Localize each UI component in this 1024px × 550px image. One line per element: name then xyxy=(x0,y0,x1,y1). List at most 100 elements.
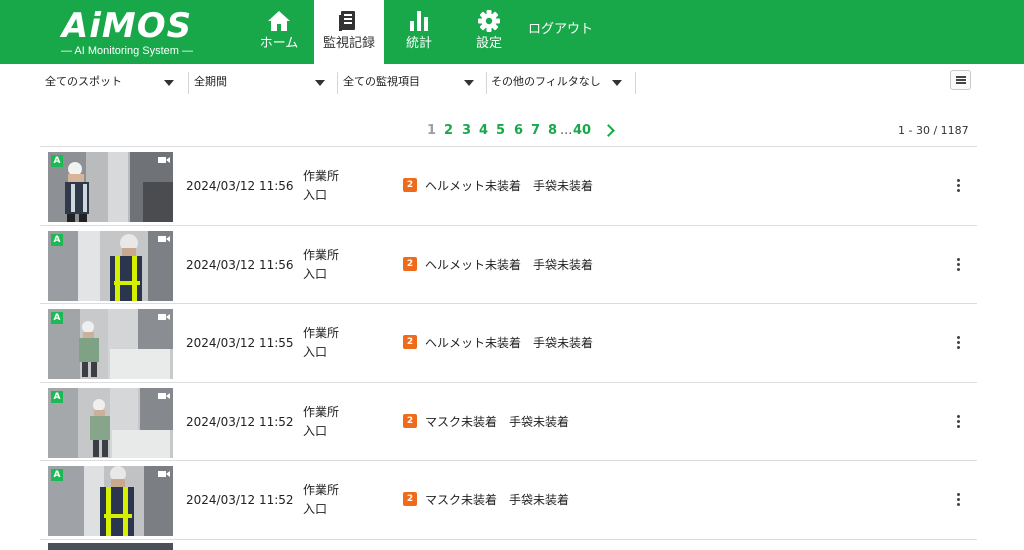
divider xyxy=(188,72,189,94)
camera-snapshot-image xyxy=(48,466,173,536)
nav-records[interactable]: 監視記録 xyxy=(314,0,384,64)
page-3[interactable]: 3 xyxy=(462,122,471,140)
filter-other-select[interactable]: その他のフィルタなし xyxy=(491,70,628,94)
list-item[interactable]: A 2024/03/12 11:52 作業所 入口 2 マスク未装着 手袋未装着 xyxy=(40,382,977,461)
camera-snapshot-image xyxy=(48,231,173,301)
violation-list: マスク未装着 手袋未装着 xyxy=(425,414,569,430)
video-camera-icon xyxy=(158,236,170,242)
list-menu-button[interactable] xyxy=(950,70,971,90)
record-timestamp: 2024/03/12 11:56 xyxy=(186,179,294,193)
camera-thumbnail[interactable]: A xyxy=(48,152,173,222)
camera-thumbnail[interactable]: A xyxy=(48,309,173,379)
camera-thumbnail[interactable]: A xyxy=(48,388,173,458)
nav-records-label: 監視記録 xyxy=(322,36,375,51)
video-camera-icon xyxy=(158,393,170,399)
nav-settings-label: 設定 xyxy=(475,36,502,51)
chart-icon xyxy=(410,11,428,31)
record-location: 作業所 入口 xyxy=(303,324,339,362)
logout-link[interactable]: ログアウト xyxy=(528,22,593,38)
more-options-icon[interactable] xyxy=(954,336,962,350)
more-options-icon[interactable] xyxy=(954,258,962,272)
record-timestamp: 2024/03/12 11:56 xyxy=(186,258,294,272)
violation-label: 手袋未装着 xyxy=(533,258,594,272)
violation-label: マスク未装着 xyxy=(425,415,498,429)
violation-list: ヘルメット未装着 手袋未装着 xyxy=(425,335,593,351)
record-place: 作業所 xyxy=(303,169,340,183)
camera-badge: A xyxy=(51,234,63,246)
page-6[interactable]: 6 xyxy=(514,122,523,140)
chevron-down-icon xyxy=(164,80,174,86)
camera-snapshot-image xyxy=(48,309,173,379)
violation-label: ヘルメット未装着 xyxy=(425,258,522,272)
violation-list: ヘルメット未装着 手袋未装着 xyxy=(425,257,593,273)
more-options-icon[interactable] xyxy=(954,493,962,507)
nav-settings[interactable]: 設定 xyxy=(454,0,524,64)
record-location: 作業所 入口 xyxy=(303,167,339,205)
violation-label: 手袋未装着 xyxy=(533,336,594,350)
record-icon xyxy=(339,11,355,31)
filter-item-select[interactable]: 全ての監視項目 xyxy=(343,70,480,94)
more-options-icon[interactable] xyxy=(954,415,962,429)
app-logo[interactable]: AiMOS — AI Monitoring System — xyxy=(52,7,202,59)
record-spot: 入口 xyxy=(303,502,328,516)
filter-period-select[interactable]: 全期間 xyxy=(194,70,331,94)
gear-icon xyxy=(478,10,500,32)
record-range: 1 - 30 / 1187 xyxy=(898,124,969,137)
video-camera-icon xyxy=(158,314,170,320)
logo-text: AiMOS xyxy=(61,6,193,46)
camera-badge: A xyxy=(51,391,63,403)
violation-label: 手袋未装着 xyxy=(509,415,570,429)
violation-count-badge: 2 xyxy=(403,257,417,271)
violation-count-badge: 2 xyxy=(403,178,417,192)
list-item[interactable]: A 2024/03/12 11:52 作業所 入口 2 マスク未装着 手袋未装着 xyxy=(40,460,977,539)
divider xyxy=(486,72,487,94)
record-spot: 入口 xyxy=(303,267,328,281)
list-item[interactable]: A 2024/03/12 11:56 作業所 入口 2 ヘルメット未装着 手袋未装… xyxy=(40,146,977,225)
violation-label: マスク未装着 xyxy=(425,493,498,507)
nav-home[interactable]: ホーム xyxy=(244,0,314,64)
filter-spot-value: 全てのスポット xyxy=(45,75,122,88)
violation-label: ヘルメット未装着 xyxy=(425,336,522,350)
page-ellipsis: ... xyxy=(560,123,573,138)
camera-snapshot-image xyxy=(48,152,173,222)
camera-thumbnail[interactable] xyxy=(48,543,173,550)
list-item[interactable] xyxy=(40,539,977,550)
record-location: 作業所 入口 xyxy=(303,481,339,519)
page-7[interactable]: 7 xyxy=(531,122,540,140)
record-place: 作業所 xyxy=(303,248,340,262)
nav-home-label: ホーム xyxy=(259,36,299,51)
page-5[interactable]: 5 xyxy=(496,122,505,140)
hamburger-icon-line xyxy=(956,82,966,84)
record-spot: 入口 xyxy=(303,424,328,438)
nav-stats[interactable]: 統計 xyxy=(384,0,454,64)
camera-snapshot-image xyxy=(48,388,173,458)
filter-item-value: 全ての監視項目 xyxy=(343,75,420,88)
page-1: 1 xyxy=(427,123,437,138)
record-timestamp: 2024/03/12 11:55 xyxy=(186,336,294,350)
list-item[interactable]: A 2024/03/12 11:55 作業所 入口 2 ヘルメット未装着 手袋未装… xyxy=(40,303,977,382)
record-place: 作業所 xyxy=(303,405,340,419)
list-item[interactable]: A 2024/03/12 11:56 作業所 入口 2 ヘルメット未装着 手袋未装… xyxy=(40,225,977,304)
hamburger-icon-line xyxy=(956,79,966,81)
more-options-icon[interactable] xyxy=(954,179,962,193)
record-location: 作業所 入口 xyxy=(303,403,339,441)
video-camera-icon xyxy=(158,471,170,477)
page-2[interactable]: 2 xyxy=(444,122,453,140)
next-page-icon[interactable] xyxy=(602,124,615,137)
filter-spot-select[interactable]: 全てのスポット xyxy=(45,70,180,94)
hamburger-icon xyxy=(956,76,966,78)
camera-badge: A xyxy=(51,155,63,167)
video-camera-icon xyxy=(158,157,170,163)
page-4[interactable]: 4 xyxy=(479,122,488,140)
record-location: 作業所 入口 xyxy=(303,246,339,284)
page-last[interactable]: 40 xyxy=(573,122,591,140)
nav-stats-label: 統計 xyxy=(405,36,432,51)
camera-badge: A xyxy=(51,469,63,481)
divider xyxy=(635,72,636,94)
camera-thumbnail[interactable]: A xyxy=(48,466,173,536)
violation-count-badge: 2 xyxy=(403,492,417,506)
violation-count-badge: 2 xyxy=(403,414,417,428)
page-8[interactable]: 8 xyxy=(548,122,557,140)
camera-thumbnail[interactable]: A xyxy=(48,231,173,301)
filter-bar: 全てのスポット 全期間 全ての監視項目 その他のフィルタなし xyxy=(0,64,1024,100)
